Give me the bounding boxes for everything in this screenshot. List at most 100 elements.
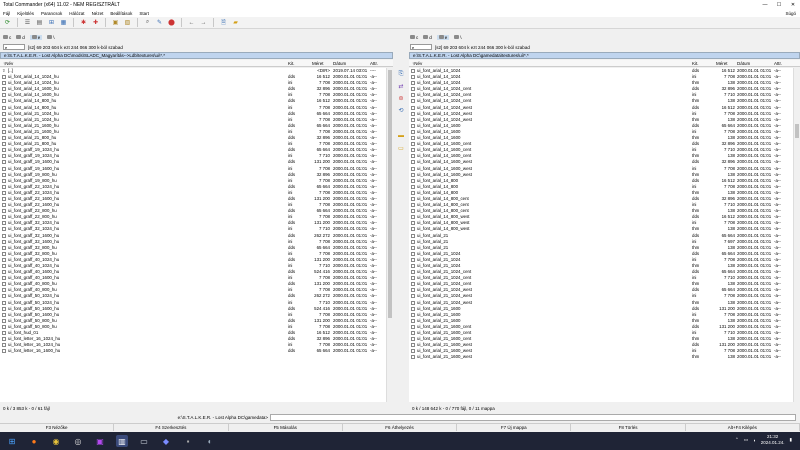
forward-icon[interactable]: → (199, 18, 208, 27)
f3-view-button[interactable]: F3 Nézőke (0, 424, 115, 431)
file-date: 2000.01.01 01:01 (737, 256, 772, 262)
folder-icon[interactable]: ▬ (397, 132, 406, 140)
left-file-list[interactable]: ⇧ [..] <DIR> 2019.07.14 03:01 ---- ui_font_ar… (0, 68, 386, 402)
menu-configuration[interactable]: Beállítások (110, 11, 132, 16)
right-file-list[interactable]: ui_font_arial_14_1024 dds 16 512 2000.01.01… (409, 68, 793, 402)
col-attr[interactable]: Attr. (370, 61, 378, 66)
left-drive-d[interactable]: d (16, 35, 25, 40)
file-size: 262 272 (314, 232, 330, 238)
thumbnails-icon[interactable]: ▦ (59, 18, 68, 27)
file-size: 65 664 (721, 269, 735, 275)
f4-edit-button[interactable]: F4 Szerkesztés (114, 424, 229, 431)
file-size: 16 512 (721, 214, 735, 220)
col-name[interactable]: ↑Név (412, 61, 422, 66)
ftp-icon[interactable]: ⬤ (167, 18, 176, 27)
clock[interactable]: 21:32 2024.01.24. (761, 434, 785, 446)
left-scrollbar[interactable] (386, 68, 393, 402)
newfolder-icon[interactable]: ▭ (397, 144, 406, 152)
col-date[interactable]: Dátum (737, 61, 750, 66)
menu-help[interactable]: Súgó (785, 11, 796, 16)
left-scroll-thumb[interactable] (388, 70, 392, 318)
terminal-icon[interactable]: ▪ (182, 435, 194, 447)
sync-icon[interactable]: ⟲ (397, 106, 406, 114)
close-button[interactable]: ✕ (786, 2, 800, 8)
view-full-icon[interactable]: ▤ (35, 18, 44, 27)
chrome-icon[interactable]: ◉ (50, 435, 62, 447)
windows-start-icon[interactable]: ⊞ (6, 435, 18, 447)
move-icon[interactable]: ⇄ (397, 82, 406, 90)
monitor-icon[interactable]: ▭ (138, 435, 150, 447)
menu-start[interactable]: Start (139, 11, 149, 16)
f5-copy-button[interactable]: F5 Másolás (228, 424, 343, 431)
right-drive-e[interactable]: e (436, 34, 450, 40)
col-size[interactable]: Méret (716, 61, 728, 66)
f7-newfolder-button[interactable]: F7 Új mappa (457, 424, 572, 431)
command-input[interactable] (270, 414, 796, 421)
f8-delete-button[interactable]: F8 Törlés (571, 424, 686, 431)
menu-mark[interactable]: Kijelölés (17, 11, 34, 16)
left-path-bar[interactable]: e:\S.T.A.L.K.E.R. - Lost Alpha DC\mods\S… (0, 52, 393, 59)
chat-icon[interactable]: ◆ (160, 435, 172, 447)
explorer-icon[interactable]: ▰ (231, 18, 240, 27)
file-ext: ini (692, 220, 697, 226)
menu-net[interactable]: Hálózat (69, 11, 84, 16)
right-drive-network[interactable]: \ (454, 35, 462, 40)
file-icon (411, 172, 415, 177)
refresh-icon[interactable]: ⟳ (3, 18, 12, 27)
file-attr: -a-- (370, 226, 377, 232)
chevron-up-icon[interactable]: ⌃ (735, 437, 739, 443)
left-drive-c[interactable]: c (3, 35, 11, 40)
files-icon[interactable]: ▣ (94, 435, 106, 447)
invert-icon[interactable]: ✱ (79, 18, 88, 27)
file-icon (2, 276, 6, 281)
minimize-button[interactable]: — (758, 2, 772, 8)
file-size: 131 200 (719, 323, 735, 329)
file-attr: -a-- (370, 135, 377, 141)
left-drive-network[interactable]: \ (47, 35, 55, 40)
right-path-bar[interactable]: e:\S.T.A.L.K.E.R. - Lost Alpha DC\gameda… (409, 52, 800, 59)
steam-icon[interactable]: ◐ (204, 435, 216, 447)
menu-file[interactable]: Fájl (3, 11, 10, 16)
obs-icon[interactable]: ◎ (72, 435, 84, 447)
file-ext: dds (288, 98, 296, 104)
compare-icon[interactable]: ⊜ (397, 94, 406, 102)
file-row[interactable]: ui_font_arial_21_1600_west thm 138 2000.01.… (409, 354, 793, 360)
left-drive-e[interactable]: e (29, 34, 43, 40)
network-tray-icon[interactable]: ▭ (744, 437, 748, 443)
copy-icon[interactable]: ⎘ (397, 70, 406, 78)
view-brief-icon[interactable]: ☰ (23, 18, 32, 27)
right-drive-combo[interactable]: e (410, 44, 432, 50)
right-drive-c[interactable]: c (410, 35, 418, 40)
col-date[interactable]: Dátum (333, 61, 346, 66)
menu-show[interactable]: Nézet (92, 11, 104, 16)
col-name[interactable]: ↑Név (3, 61, 13, 66)
back-icon[interactable]: ← (187, 18, 196, 27)
col-attr[interactable]: Attr. (774, 61, 782, 66)
notepad-icon[interactable]: 🗎 (219, 18, 228, 27)
left-drive-combo[interactable]: e (3, 44, 25, 50)
tree-icon[interactable]: ⊞ (47, 18, 56, 27)
maximize-button[interactable]: ☐ (772, 2, 786, 8)
find-icon[interactable]: ⌕ (143, 18, 152, 27)
right-scroll-thumb[interactable] (795, 124, 799, 138)
unpack-icon[interactable]: ▧ (123, 18, 132, 27)
col-ext[interactable]: Kit. (692, 61, 699, 66)
rename-icon[interactable]: ✎ (155, 18, 164, 27)
total-commander-icon[interactable]: ▥ (116, 435, 128, 447)
f6-move-button[interactable]: F6 Áthelyezés (342, 424, 458, 431)
menu-commands[interactable]: Parancsok (41, 11, 62, 16)
volume-icon[interactable]: ◖ (753, 438, 756, 443)
notification-icon[interactable]: ▮ (790, 437, 792, 443)
file-ext: ini (288, 311, 293, 317)
firefox-icon[interactable]: ● (28, 435, 40, 447)
col-ext[interactable]: Kit. (288, 61, 295, 66)
file-row[interactable]: ui_font_letter_16_1600_hu dds 65 664 2000.0… (0, 348, 386, 354)
pack-icon[interactable]: ▣ (111, 18, 120, 27)
file-ext: thm (692, 208, 700, 214)
right-drive-d[interactable]: d (423, 35, 432, 40)
select-icon[interactable]: ✚ (91, 18, 100, 27)
file-name: ui_font_arial_14_800 (417, 189, 459, 195)
altf4-exit-button[interactable]: Alt+F4 Kilépés (685, 424, 800, 431)
col-size[interactable]: Méret (312, 61, 324, 66)
right-scrollbar[interactable] (793, 68, 800, 402)
